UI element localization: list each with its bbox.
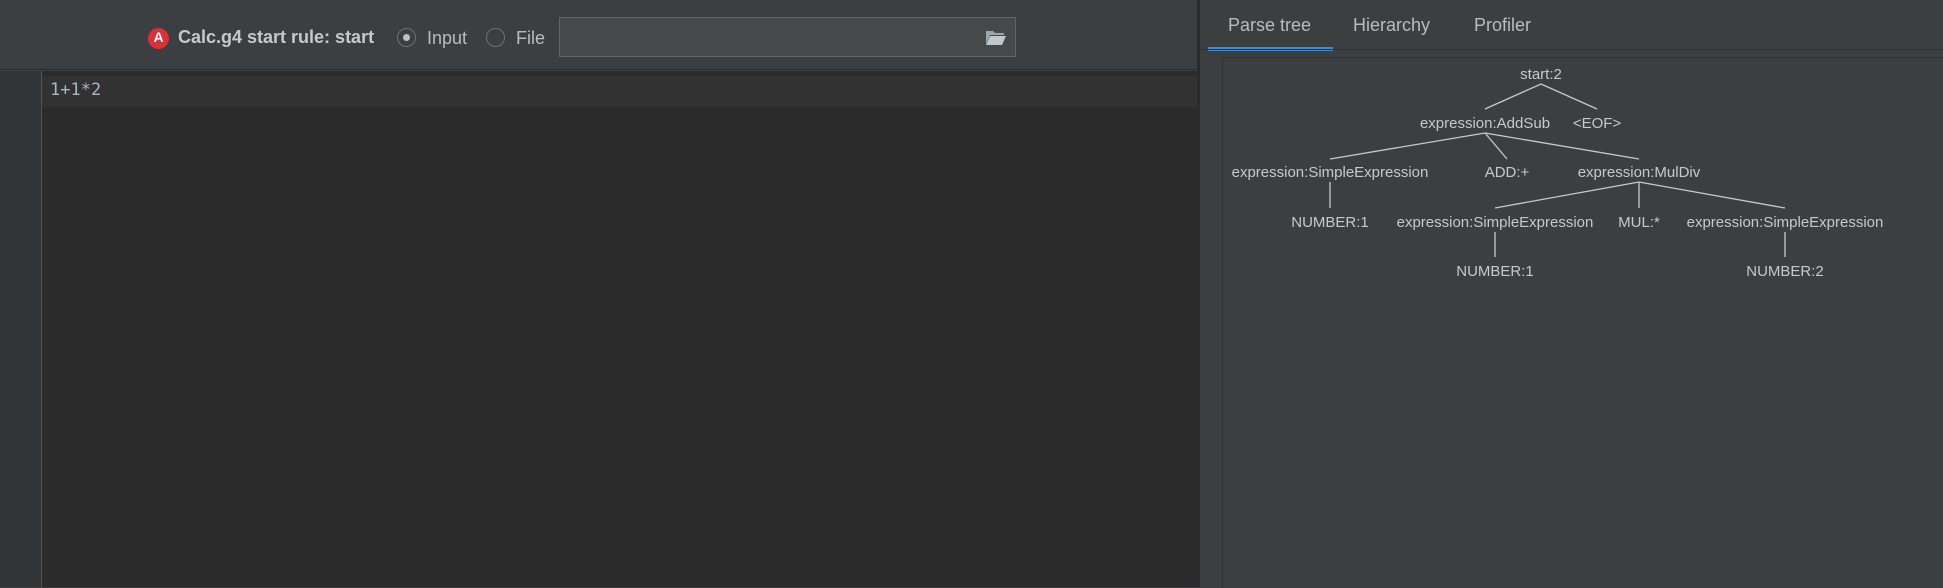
file-radio-label[interactable]: File	[516, 28, 545, 49]
tree-node-simple-expression[interactable]: expression:SimpleExpression	[1687, 214, 1884, 231]
current-line-highlight	[42, 76, 1197, 107]
tree-node-mul[interactable]: MUL:*	[1618, 214, 1660, 231]
edge-addsub-add	[1484, 132, 1508, 160]
parse-tree-pane: Parse tree Hierarchy Profiler start:2 ex…	[1200, 0, 1943, 588]
grammar-rule-label: Calc.g4 start rule: start	[178, 27, 375, 47]
input-pane: A Calc.g4 start rule: start Input File 1…	[0, 0, 1197, 587]
tab-profiler[interactable]: Profiler	[1474, 15, 1531, 36]
antlr-icon: A	[148, 28, 169, 49]
edge-root-eof	[1540, 83, 1598, 110]
input-editor[interactable]: 1+1*2	[42, 71, 1197, 587]
editor-line[interactable]: 1+1*2	[50, 80, 101, 100]
tabs-border	[1200, 49, 1943, 50]
tree-node-simple-expression[interactable]: expression:SimpleExpression	[1397, 214, 1594, 231]
tree-node-muldiv[interactable]: expression:MulDiv	[1578, 164, 1701, 181]
input-toolbar: A Calc.g4 start rule: start Input File	[0, 3, 1197, 70]
tree-node-addsub[interactable]: expression:AddSub	[1420, 115, 1550, 132]
file-path-field[interactable]	[559, 17, 1016, 57]
tree-node-eof[interactable]: <EOF>	[1573, 115, 1622, 132]
edge-root-addsub	[1484, 83, 1542, 110]
tab-parse-tree[interactable]: Parse tree	[1228, 15, 1311, 36]
edge-addsub-muldiv	[1484, 132, 1640, 160]
edge-muldiv-simple3	[1638, 181, 1786, 209]
tree-node-add[interactable]: ADD:+	[1485, 164, 1530, 181]
tree-node-root[interactable]: start:2	[1520, 66, 1562, 83]
tab-hierarchy[interactable]: Hierarchy	[1353, 15, 1430, 36]
tree-node-number[interactable]: NUMBER:1	[1291, 214, 1369, 231]
file-radio[interactable]	[486, 28, 505, 47]
folder-open-icon[interactable]	[985, 29, 1007, 46]
input-radio-label[interactable]: Input	[427, 28, 467, 49]
edge-muldiv-simple2	[1494, 181, 1640, 209]
input-radio[interactable]	[397, 28, 416, 47]
parse-tree-diagram: start:2 expression:AddSub <EOF> expressi…	[1232, 66, 1884, 280]
antlr-icon-letter: A	[153, 29, 164, 45]
editor-gutter	[0, 71, 42, 587]
parse-tree-view[interactable]: start:2 expression:AddSub <EOF> expressi…	[1222, 57, 1943, 588]
tree-node-simple-expression[interactable]: expression:SimpleExpression	[1232, 164, 1429, 181]
tree-node-number[interactable]: NUMBER:1	[1456, 263, 1534, 280]
right-panel-tabs: Parse tree Hierarchy Profiler	[1200, 3, 1943, 51]
edge-addsub-simple1	[1329, 132, 1486, 160]
tree-node-number[interactable]: NUMBER:2	[1746, 263, 1824, 280]
